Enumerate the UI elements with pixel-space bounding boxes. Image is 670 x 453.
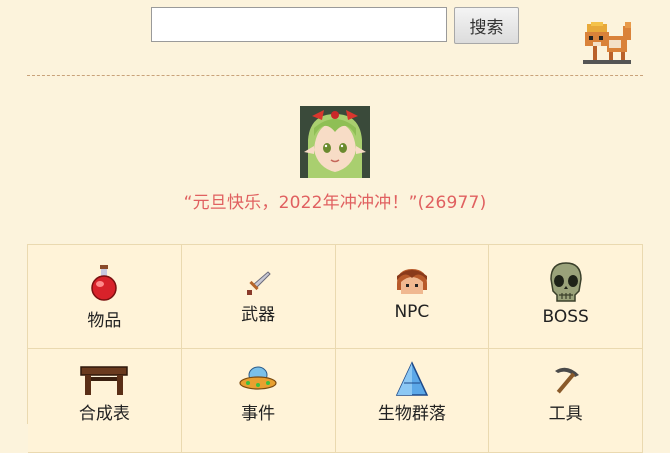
category-biomes[interactable]: 生物群落 — [335, 349, 490, 453]
category-label: 生物群落 — [377, 404, 446, 424]
skull-icon — [549, 262, 582, 302]
category-npc[interactable]: NPC — [335, 245, 490, 349]
category-boss[interactable]: BOSS — [489, 245, 643, 349]
category-label: 武器 — [241, 305, 276, 325]
category-tools[interactable]: 工具 — [489, 349, 643, 453]
workbench-icon — [80, 366, 129, 395]
dashed-divider — [27, 75, 643, 76]
category-label: 物品 — [87, 311, 122, 331]
category-label: NPC — [394, 302, 430, 322]
sword-icon — [247, 271, 271, 295]
category-events[interactable]: 事件 — [181, 349, 336, 453]
category-label: 合成表 — [78, 404, 130, 424]
category-weapons[interactable]: 武器 — [181, 245, 336, 349]
category-label: 事件 — [241, 404, 276, 424]
avatar — [300, 106, 370, 178]
random-quote[interactable]: “元旦快乐，2022年冲冲冲！”(26977) — [0, 188, 670, 213]
category-grid: 物品 武器 NPC BOSS 合成表 事件 生物群落 工具 — [27, 244, 643, 453]
ufo-icon — [239, 366, 277, 390]
search-input[interactable] — [151, 7, 447, 42]
pickaxe-icon — [554, 367, 579, 394]
fox-mascot-icon — [583, 22, 631, 64]
potion-icon — [91, 265, 118, 301]
category-recipes[interactable]: 合成表 — [28, 349, 182, 453]
category-label: BOSS — [542, 307, 589, 327]
npc-head-icon — [396, 269, 427, 294]
category-items[interactable]: 物品 — [28, 245, 182, 349]
search-button[interactable]: 搜索 — [454, 7, 519, 44]
category-label: 工具 — [548, 404, 583, 424]
crystal-icon — [395, 361, 429, 396]
